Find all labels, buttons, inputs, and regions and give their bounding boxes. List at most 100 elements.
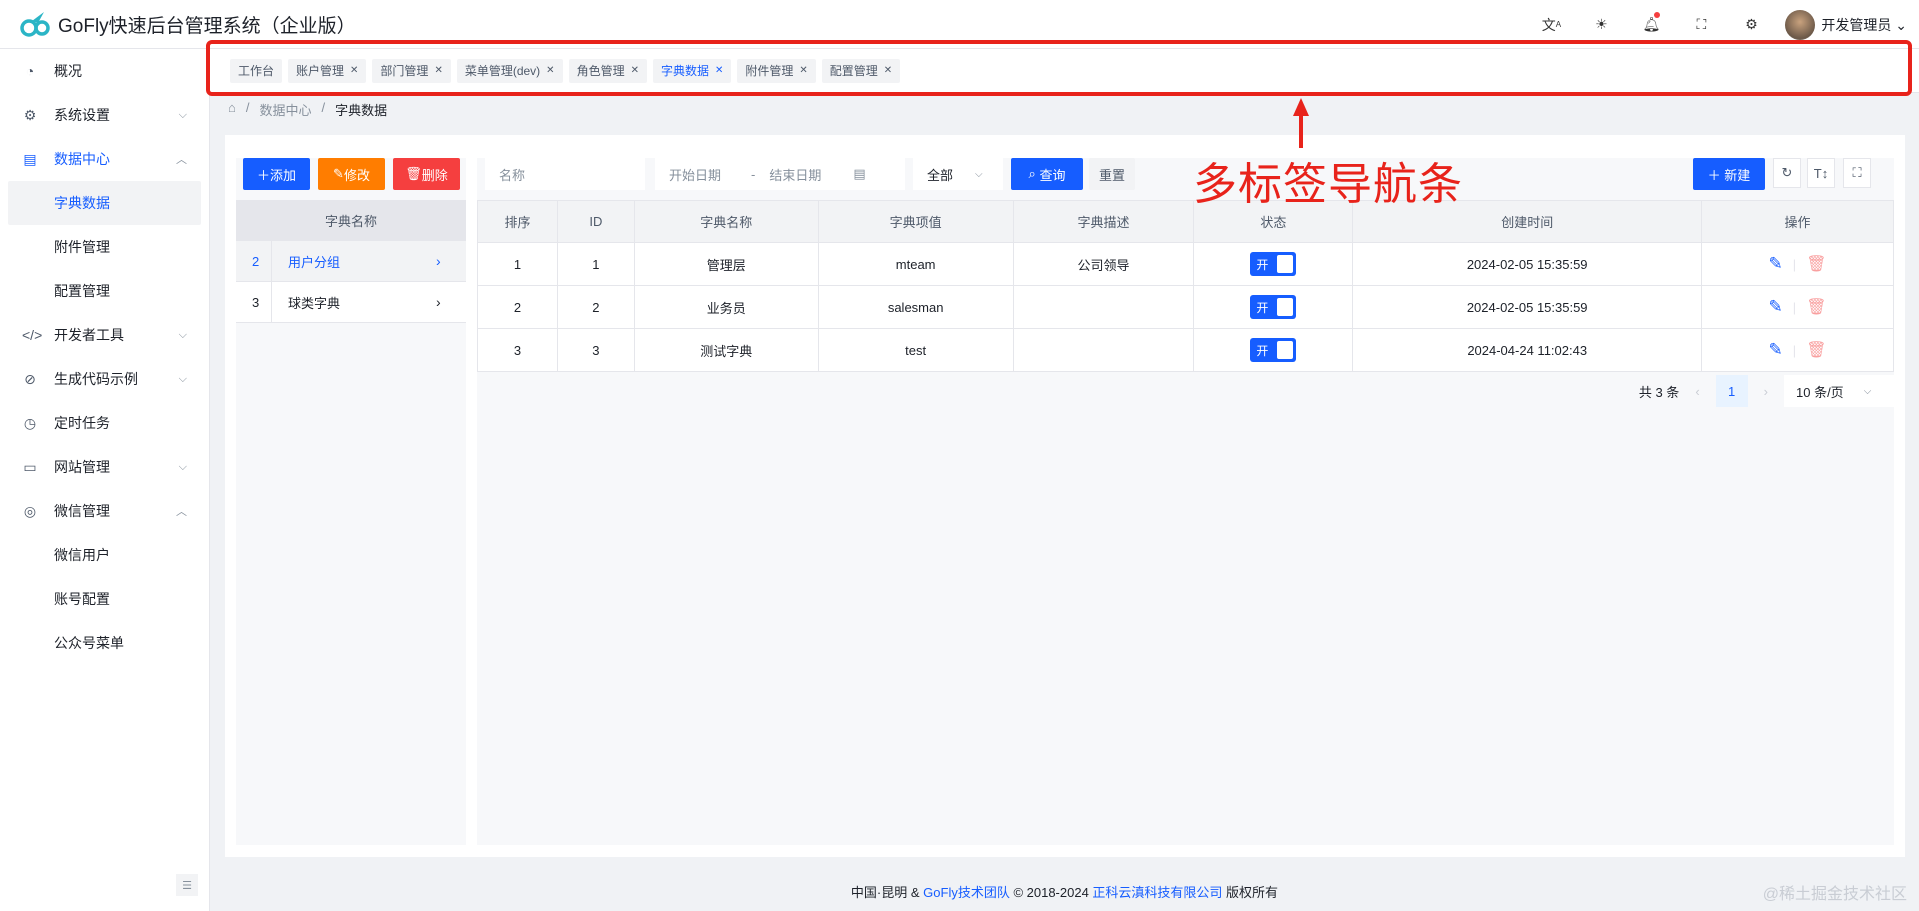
tab-label: 工作台 bbox=[238, 64, 275, 78]
close-icon[interactable]: ✕ bbox=[884, 65, 892, 76]
sidebar-item-config[interactable]: 配置管理 bbox=[0, 269, 209, 313]
tab-label: 部门管理 bbox=[380, 64, 429, 78]
status-toggle[interactable]: 开 bbox=[1250, 338, 1297, 362]
dict-list-panel: ＋添加 ✎ 修改 🗑︎ 删除 字典名称 2 用户分组 › 3 球类字典 › bbox=[236, 158, 466, 845]
cell-id: 2 bbox=[556, 285, 635, 329]
breadcrumb-item[interactable]: 数据中心 bbox=[259, 100, 311, 119]
tab-accounts[interactable]: 账户管理 ✕ bbox=[288, 58, 367, 83]
tab-workbench[interactable]: 工作台 bbox=[230, 58, 283, 83]
settings-icon[interactable]: ⚙ bbox=[1735, 9, 1767, 41]
edit-icon[interactable]: ✎ bbox=[1769, 254, 1783, 274]
density-icon[interactable]: T↕ bbox=[1807, 158, 1835, 188]
fullscreen-icon[interactable]: ⛶ bbox=[1685, 9, 1717, 41]
chevron-down-icon: ⌵ bbox=[1863, 385, 1872, 397]
tab-departments[interactable]: 部门管理 ✕ bbox=[372, 58, 451, 83]
tab-attachments[interactable]: 附件管理 ✕ bbox=[737, 58, 816, 83]
sidebar-item-data-center[interactable]: ▤ 数据中心 ︿ bbox=[0, 137, 209, 181]
table-row: 3 3 测试字典 test 开 2024-04-24 11:02:43 ✎ | 🗑︎ bbox=[477, 328, 1894, 372]
reset-button[interactable]: 重置 bbox=[1089, 158, 1135, 190]
new-button[interactable]: ＋ 新建 bbox=[1693, 158, 1765, 190]
sidebar-item-account-config[interactable]: 账号配置 bbox=[0, 577, 209, 621]
close-icon[interactable]: ✕ bbox=[546, 65, 554, 76]
date-separator: - bbox=[751, 166, 756, 182]
cell-sort: 2 bbox=[477, 285, 558, 329]
sidebar-item-dict-data[interactable]: 字典数据 bbox=[8, 181, 201, 225]
theme-sun-icon[interactable]: ☀ bbox=[1585, 9, 1617, 41]
tab-label: 附件管理 bbox=[745, 64, 794, 78]
column-header: 字典项值 bbox=[817, 200, 1014, 243]
cell-created: 2024-02-05 15:35:59 bbox=[1352, 285, 1703, 329]
chevron-down-icon: ⌵ bbox=[178, 328, 187, 341]
search-button[interactable]: ⌕ 查询 bbox=[1011, 158, 1083, 190]
column-header: 字典描述 bbox=[1012, 200, 1195, 243]
close-icon[interactable]: ✕ bbox=[434, 65, 442, 76]
collapse-sidebar-button[interactable]: ☰ bbox=[176, 874, 198, 896]
close-icon[interactable]: ✕ bbox=[631, 65, 639, 76]
refresh-icon[interactable]: ↻ bbox=[1773, 158, 1801, 188]
tab-config[interactable]: 配置管理 ✕ bbox=[821, 58, 901, 83]
prev-page-icon[interactable]: ‹ bbox=[1695, 384, 1699, 399]
sidebar-item-wechat[interactable]: ◎ 微信管理 ︿ bbox=[0, 489, 209, 533]
trash-icon[interactable]: 🗑︎ bbox=[1806, 254, 1826, 274]
cell-desc bbox=[1012, 285, 1195, 329]
edit-button[interactable]: ✎ 修改 bbox=[318, 158, 385, 190]
tab-menus[interactable]: 菜单管理(dev) ✕ bbox=[456, 58, 563, 83]
list-item[interactable]: 2 用户分组 › bbox=[236, 241, 466, 282]
sidebar-item-system-settings[interactable]: ⚙ 系统设置 ⌵ bbox=[0, 93, 209, 137]
search-icon: ⌕ bbox=[1028, 166, 1040, 181]
close-icon[interactable]: ✕ bbox=[799, 65, 807, 76]
chevron-down-icon: ⌵ bbox=[178, 460, 187, 473]
sidebar-item-dev-tools[interactable]: </> 开发者工具 ⌵ bbox=[0, 313, 209, 357]
add-button[interactable]: ＋添加 bbox=[243, 158, 310, 190]
status-select[interactable]: 全部 ⌵ bbox=[913, 158, 1003, 190]
add-label: 添加 bbox=[270, 167, 297, 183]
sidebar-item-attachments[interactable]: 附件管理 bbox=[0, 225, 209, 269]
cell-value: mteam bbox=[817, 242, 1014, 286]
status-toggle[interactable]: 开 bbox=[1250, 252, 1297, 276]
name-search-input[interactable]: 名称 bbox=[485, 158, 645, 190]
sidebar-item-cron[interactable]: ◷ 定时任务 bbox=[0, 401, 209, 445]
home-icon[interactable]: ⌂ bbox=[228, 100, 236, 119]
edit-icon[interactable]: ✎ bbox=[1769, 297, 1783, 317]
column-header: 排序 bbox=[477, 200, 558, 243]
sidebar-item-wechat-users[interactable]: 微信用户 bbox=[0, 533, 209, 577]
translate-icon[interactable]: 文A bbox=[1535, 9, 1567, 41]
close-icon[interactable]: ✕ bbox=[715, 65, 723, 76]
sidebar-item-codegen[interactable]: ⊘ 生成代码示例 ⌵ bbox=[0, 357, 209, 401]
fullscreen-icon[interactable]: ⛶ bbox=[1843, 158, 1871, 188]
edit-icon[interactable]: ✎ bbox=[1769, 340, 1783, 360]
trash-icon[interactable]: 🗑︎ bbox=[1806, 297, 1826, 317]
sidebar-item-label: 公众号菜单 bbox=[54, 635, 124, 651]
user-menu[interactable]: 开发管理员 ⌄ bbox=[1821, 15, 1907, 35]
page-1[interactable]: 1 bbox=[1715, 375, 1748, 407]
next-page-icon[interactable]: › bbox=[1764, 384, 1768, 399]
date-range-picker[interactable]: 开始日期 - 结束日期 ▤ bbox=[655, 158, 905, 190]
tab-roles[interactable]: 角色管理 ✕ bbox=[568, 58, 647, 83]
delete-button[interactable]: 🗑︎ 删除 bbox=[393, 158, 460, 190]
sidebar-item-mp-menu[interactable]: 公众号菜单 bbox=[0, 621, 209, 665]
page-size-select[interactable]: 10 条/页 ⌵ bbox=[1784, 375, 1894, 407]
toggle-label: 开 bbox=[1256, 257, 1269, 272]
tab-dict-data[interactable]: 字典数据 ✕ bbox=[652, 58, 732, 83]
list-item[interactable]: 3 球类字典 › bbox=[236, 282, 466, 323]
status-toggle[interactable]: 开 bbox=[1250, 295, 1297, 319]
cell-actions: ✎ | 🗑︎ bbox=[1701, 285, 1894, 329]
cell-id: 1 bbox=[556, 242, 635, 286]
bell-icon[interactable]: 🔔︎ bbox=[1635, 9, 1667, 41]
list-item-name: 球类字典 bbox=[288, 295, 341, 311]
sidebar-item-website[interactable]: ▭ 网站管理 ⌵ bbox=[0, 445, 209, 489]
sidebar-item-overview[interactable]: ◔ 概况 bbox=[0, 49, 209, 93]
cell-name: 测试字典 bbox=[633, 328, 819, 372]
dashboard-icon: ◔ bbox=[25, 63, 35, 79]
tabs-bar: 工作台 账户管理 ✕ 部门管理 ✕ 菜单管理(dev) ✕ 角色管理 ✕ 字典数据 ✕ 附… bbox=[210, 49, 1919, 93]
total-count: 共 3 条 bbox=[1638, 384, 1680, 400]
chevron-right-icon: › bbox=[436, 253, 441, 269]
dict-list-header: 字典名称 bbox=[236, 200, 466, 241]
company-link[interactable]: 正科云滇科技有限公司 bbox=[1092, 885, 1222, 900]
chevron-up-icon: ︿ bbox=[176, 154, 187, 166]
trash-icon[interactable]: 🗑︎ bbox=[1806, 340, 1826, 360]
close-icon[interactable]: ✕ bbox=[350, 65, 358, 76]
sidebar: ◔ 概况 ⚙ 系统设置 ⌵ ▤ 数据中心 ︿ 字典数据 附件管理 配置管理 </> 开发者工… bbox=[0, 49, 210, 911]
team-link[interactable]: GoFly技术团队 bbox=[923, 885, 1010, 900]
avatar[interactable] bbox=[1785, 9, 1816, 40]
